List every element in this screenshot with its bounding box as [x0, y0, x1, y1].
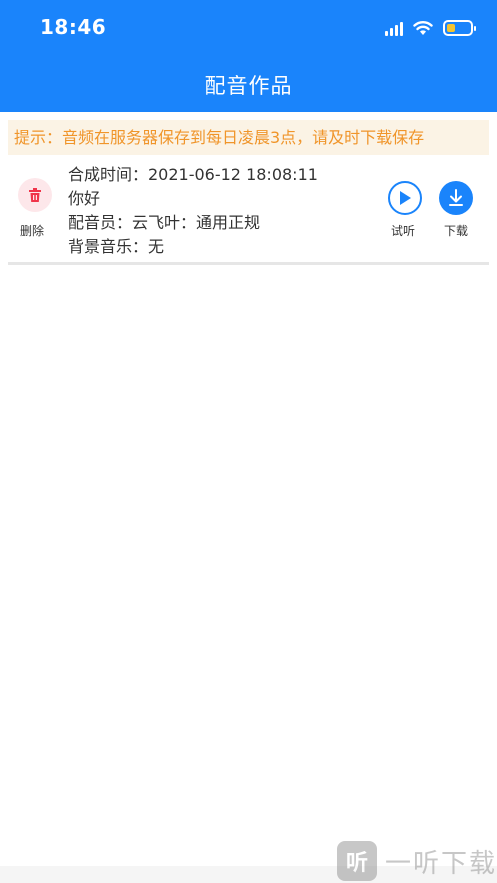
watermark-logo: 听 — [337, 841, 377, 881]
list-item: 删除 合成时间：2021-06-12 18:08:11 你好 配音员：云飞叶：通… — [8, 160, 489, 265]
listen-label: 试听 — [391, 224, 416, 238]
delete-button[interactable] — [18, 178, 52, 212]
voice-actor: 配音员：云飞叶：通用正规 — [68, 213, 261, 232]
download-icon — [449, 189, 463, 206]
wifi-icon — [413, 21, 433, 35]
notice-banner: 提示：音频在服务器保存到每日凌晨3点，请及时下载保存 — [8, 120, 489, 155]
status-icons — [385, 17, 476, 39]
background-music: 背景音乐：无 — [68, 237, 165, 256]
cellular-signal-icon — [385, 20, 403, 36]
page-title: 配音作品 — [204, 74, 293, 98]
trash-icon — [29, 188, 41, 202]
synth-time: 合成时间：2021-06-12 18:08:11 — [68, 165, 318, 184]
download-label: 下载 — [444, 224, 469, 238]
watermark: 听 一听下载 — [337, 840, 497, 882]
battery-icon — [443, 20, 476, 36]
work-info: 合成时间：2021-06-12 18:08:11 你好 配音员：云飞叶：通用正规… — [68, 163, 318, 259]
watermark-text: 一听下载 — [385, 848, 497, 879]
status-time: 18:46 — [40, 15, 107, 39]
app-header: 18:46 配音作品 — [0, 0, 497, 112]
download-button[interactable] — [439, 181, 473, 215]
delete-label: 删除 — [20, 224, 45, 238]
work-text: 你好 — [68, 189, 101, 208]
play-icon — [400, 191, 411, 205]
listen-button[interactable] — [388, 181, 422, 215]
